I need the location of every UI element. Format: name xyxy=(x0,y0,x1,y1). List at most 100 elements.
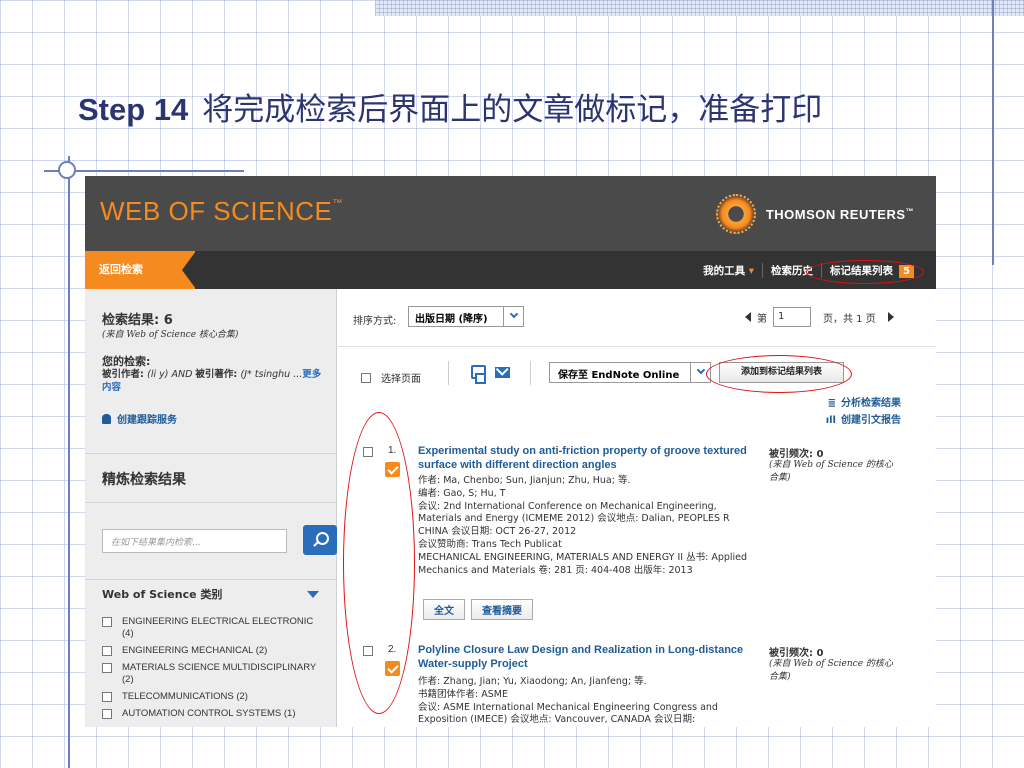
record-conference: 会议: 2nd International Conference on Mech… xyxy=(418,500,730,538)
record-buttons: 全文 查看摘要 xyxy=(423,599,533,620)
thomson-reuters-logo: THOMSON REUTERS™ xyxy=(715,194,914,234)
divider xyxy=(448,361,449,385)
page-suffix: 页，共 1 页 xyxy=(823,313,876,325)
view-abstract-button[interactable]: 查看摘要 xyxy=(471,599,533,620)
add-to-marked-list-button[interactable]: 添加到标记结果列表 xyxy=(719,362,844,383)
search-history-link[interactable]: 检索历史 xyxy=(762,262,821,278)
thomson-reuters-mark-icon xyxy=(715,194,756,234)
results-count: 检索结果: 6 xyxy=(102,313,173,328)
refine-search-input[interactable]: 在如下结果集内检索... xyxy=(102,529,287,553)
results-main: 排序方式: 出版日期 (降序) 第 1 页，共 1 页 选择页面 保存至 End… xyxy=(338,289,936,727)
my-tools-menu[interactable]: 我的工具 xyxy=(695,263,762,278)
page-prefix: 第 xyxy=(757,313,767,325)
decorative-circle xyxy=(58,161,76,179)
page-number-input[interactable]: 1 xyxy=(773,307,811,327)
sort-value: 出版日期 (降序) xyxy=(415,314,488,325)
record-authors: 作者: Ma, Chenbo; Sun, Jianjun; Zhu, Hua; … xyxy=(418,475,631,486)
category-item[interactable]: AUTOMATION CONTROL SYSTEMS (1) xyxy=(102,708,327,720)
record-conference: 会议: ASME International Mechanical Engine… xyxy=(418,701,718,726)
full-text-button[interactable]: 全文 xyxy=(423,599,465,620)
save-to-select[interactable]: 保存至 EndNote Online xyxy=(549,362,711,383)
select-page[interactable]: 选择页面 xyxy=(361,370,421,385)
category-label: ENGINEERING MECHANICAL (2) xyxy=(122,645,268,656)
publisher-tm: ™ xyxy=(905,206,914,216)
record-source: MECHANICAL ENGINEERING, MATERIALS AND EN… xyxy=(418,551,748,576)
record-sponsor: 会议赞助商: Trans Tech Publicat xyxy=(418,538,562,550)
select-page-label: 选择页面 xyxy=(381,374,421,385)
analyze-results-label: 分析检索结果 xyxy=(841,398,901,409)
record-meta: 作者: Zhang, Jian; Yu, Xiaodong; An, Jianf… xyxy=(418,676,748,727)
record-title[interactable]: Polyline Closure Law Design and Realizat… xyxy=(418,643,748,671)
query-work-field: 被引著作: xyxy=(195,369,241,380)
times-cited-source: (来自 Web of Science 的核心合集) xyxy=(769,659,893,682)
refine-search-button[interactable] xyxy=(303,525,337,555)
category-checkbox[interactable] xyxy=(102,646,112,656)
step-description: 将完成检索后界面上的文章做标记，准备打印 xyxy=(202,92,823,128)
step-label: Step 14 xyxy=(78,92,189,127)
search-query: 被引作者: (li y) AND 被引著作: (J* tsinghu ...更多… xyxy=(102,368,322,394)
category-item[interactable]: TELECOMMUNICATIONS (2) xyxy=(102,691,327,703)
marked-count-badge: 5 xyxy=(899,264,914,278)
bar-chart-icon: ıll xyxy=(825,415,836,426)
divider xyxy=(85,579,337,580)
chevron-down-icon xyxy=(696,365,706,375)
category-checkbox[interactable] xyxy=(102,617,112,627)
list-icon: ≣ xyxy=(827,398,836,409)
refine-title: 精炼检索结果 xyxy=(102,472,186,488)
category-checkbox[interactable] xyxy=(102,663,112,673)
category-item[interactable]: ENGINEERING MECHANICAL (2) xyxy=(102,645,327,657)
previous-page-icon[interactable] xyxy=(745,312,751,322)
category-checkbox[interactable] xyxy=(102,709,112,719)
wos-header: WEB OF SCIENCE™ THOMSON REUTERS™ xyxy=(85,176,936,251)
back-to-search-button[interactable]: 返回检索 xyxy=(85,251,196,289)
chevron-down-icon xyxy=(509,309,519,319)
decorative-left-line xyxy=(68,156,70,768)
category-checkbox[interactable] xyxy=(102,692,112,702)
citation-report-label: 创建引文报告 xyxy=(841,415,901,426)
create-alert-link[interactable]: 创建跟踪服务 xyxy=(102,411,177,426)
query-author-field: 被引作者: xyxy=(102,369,148,380)
record-authors: 作者: Zhang, Jian; Yu, Xiaodong; An, Jianf… xyxy=(418,676,647,687)
times-cited: 被引频次: 0 xyxy=(769,449,824,460)
record-number: 2. xyxy=(388,644,397,655)
record-number: 1. xyxy=(388,445,397,456)
divider xyxy=(338,346,936,347)
wos-navbar: 返回检索 我的工具 检索历史 标记结果列表 5 xyxy=(85,251,936,289)
marked-checkbox[interactable] xyxy=(385,661,400,676)
wos-logo[interactable]: WEB OF SCIENCE™ xyxy=(100,196,343,227)
print-icon[interactable] xyxy=(471,365,486,384)
sort-select[interactable]: 出版日期 (降序) xyxy=(408,306,524,327)
your-search-label: 您的检索: xyxy=(102,355,151,368)
times-cited-source: (来自 Web of Science 的核心合集) xyxy=(769,460,893,483)
record-checkbox[interactable] xyxy=(363,646,373,656)
save-to-value: 保存至 EndNote Online xyxy=(558,370,680,381)
category-item[interactable]: ENGINEERING ELECTRICAL ELECTRONIC (4) xyxy=(102,616,327,640)
next-page-icon[interactable] xyxy=(887,312,894,322)
times-cited: 被引频次: 0 xyxy=(769,648,824,659)
results-source: (来自 Web of Science 核心合集) xyxy=(102,330,239,340)
category-label: MATERIALS SCIENCE MULTIDISCIPLINARY (2) xyxy=(122,662,317,685)
query-author-value: (li y) AND xyxy=(147,369,196,380)
category-heading[interactable]: Web of Science 类别 xyxy=(102,586,322,602)
analyze-results-link[interactable]: ≣ 分析检索结果 xyxy=(826,395,901,412)
marked-list-link[interactable]: 标记结果列表 5 xyxy=(821,262,922,278)
divider xyxy=(85,502,337,503)
record-meta: 作者: Ma, Chenbo; Sun, Jianjun; Zhu, Hua; … xyxy=(418,475,748,577)
record-checkbox[interactable] xyxy=(363,447,373,457)
bell-icon xyxy=(102,414,111,424)
select-page-checkbox[interactable] xyxy=(361,373,371,383)
email-icon[interactable] xyxy=(495,367,510,378)
category-label: AUTOMATION CONTROL SYSTEMS (1) xyxy=(122,708,296,719)
marked-list-label: 标记结果列表 xyxy=(830,264,894,277)
record-title[interactable]: Experimental study on anti-friction prop… xyxy=(418,444,748,472)
left-sidebar: 检索结果: 6 (来自 Web of Science 核心合集) 您的检索: 被… xyxy=(85,289,337,727)
category-list: ENGINEERING ELECTRICAL ELECTRONIC (4) EN… xyxy=(102,616,327,725)
chevron-down-icon[interactable] xyxy=(307,591,319,598)
decorative-top-strip xyxy=(375,0,1024,16)
category-label: ENGINEERING ELECTRICAL ELECTRONIC (4) xyxy=(122,616,314,639)
category-item[interactable]: MATERIALS SCIENCE MULTIDISCIPLINARY (2) xyxy=(102,662,327,686)
category-title: Web of Science 类别 xyxy=(102,588,223,601)
citation-report-link[interactable]: ıll 创建引文报告 xyxy=(826,412,901,429)
marked-checkbox[interactable] xyxy=(385,462,400,477)
record-group-author: 书籍团体作者: ASME xyxy=(418,688,508,700)
